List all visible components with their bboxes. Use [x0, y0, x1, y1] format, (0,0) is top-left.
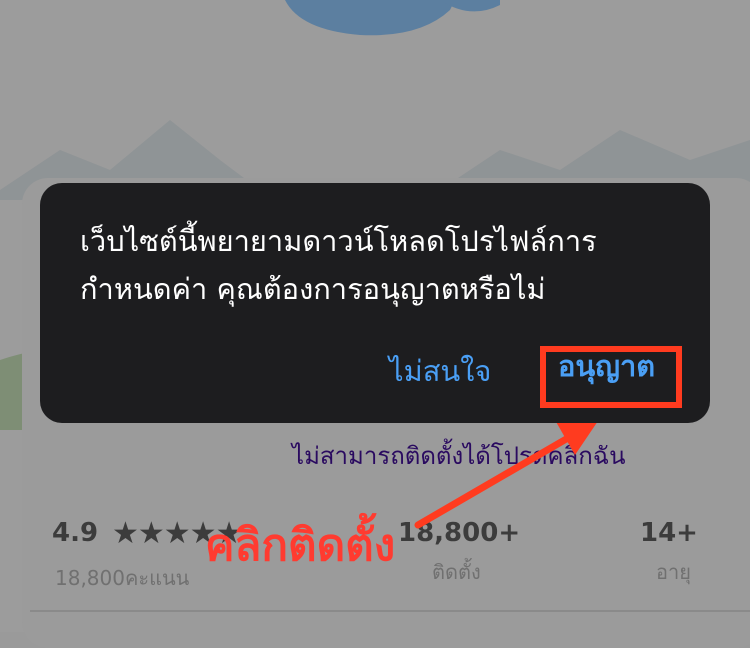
dialog-message: เว็บไซต์นี้พยายามดาวน์โหลดโปรไฟล์การกำหน… — [80, 224, 597, 306]
ignore-button[interactable]: ไม่สนใจ — [389, 348, 491, 394]
allow-highlight-box — [540, 346, 682, 408]
